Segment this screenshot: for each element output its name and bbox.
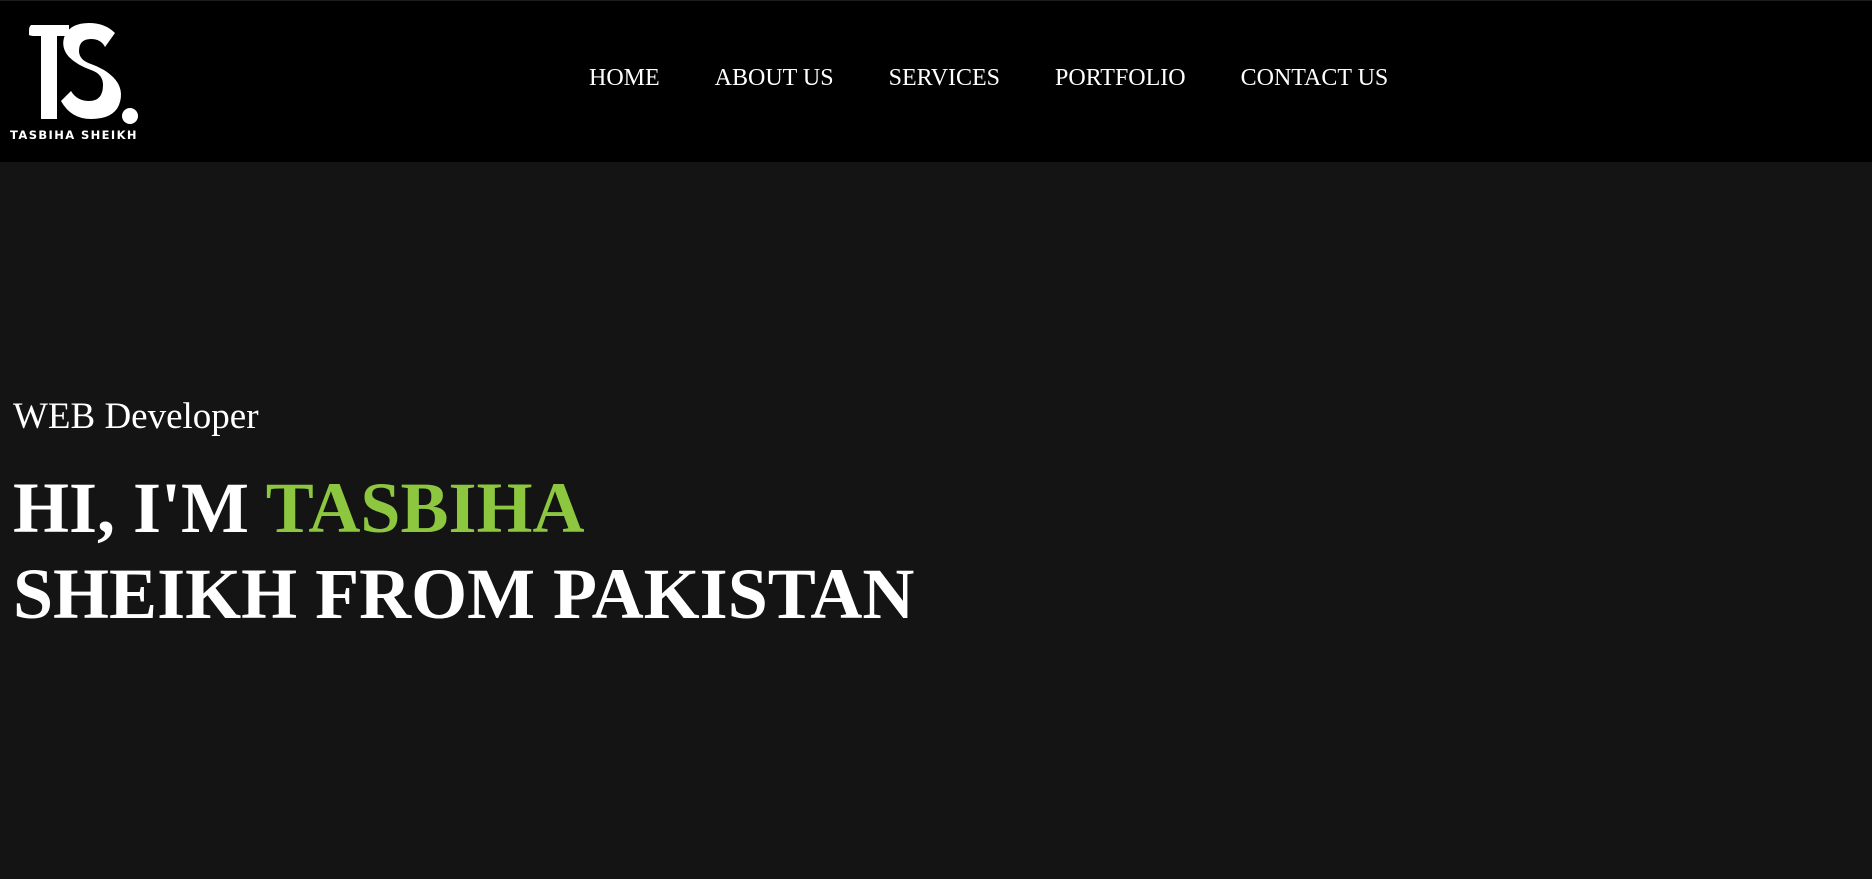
logo-text: TASBIHA SHEIKH	[10, 128, 138, 142]
nav-item-home: HOME	[589, 65, 660, 92]
nav-item-contact-us: CONTACT US	[1241, 65, 1389, 92]
ts-monogram-icon	[29, 23, 138, 124]
nav-link-home[interactable]: HOME	[589, 65, 660, 91]
top-navbar: TASBIHA SHEIKH HOME ABOUT US SERVICES PO…	[0, 0, 1872, 162]
hero-heading-line2: SHEIKH FROM PAKISTAN	[13, 554, 915, 634]
nav-link-portfolio[interactable]: PORTFOLIO	[1055, 65, 1186, 91]
hero-heading: HI, I'M TASBIHA SHEIKH FROM PAKISTAN	[13, 465, 914, 637]
nav-link-contact-us[interactable]: CONTACT US	[1241, 65, 1389, 91]
hero-role: WEB Developer	[13, 396, 259, 437]
hero-greeting: HI, I'M	[13, 468, 250, 548]
nav-link-about-us[interactable]: ABOUT US	[715, 65, 834, 91]
site-logo[interactable]: TASBIHA SHEIKH	[4, 23, 144, 143]
nav-item-services: SERVICES	[889, 65, 1000, 92]
hero-section: WEB Developer HI, I'M TASBIHA SHEIKH FRO…	[13, 398, 914, 637]
hero-first-name: TASBIHA	[265, 468, 585, 548]
nav-link-services[interactable]: SERVICES	[889, 65, 1000, 91]
nav-item-about-us: ABOUT US	[715, 65, 834, 92]
nav-item-portfolio: PORTFOLIO	[1055, 65, 1186, 92]
main-nav: HOME ABOUT US SERVICES PORTFOLIO CONTACT…	[589, 65, 1388, 92]
